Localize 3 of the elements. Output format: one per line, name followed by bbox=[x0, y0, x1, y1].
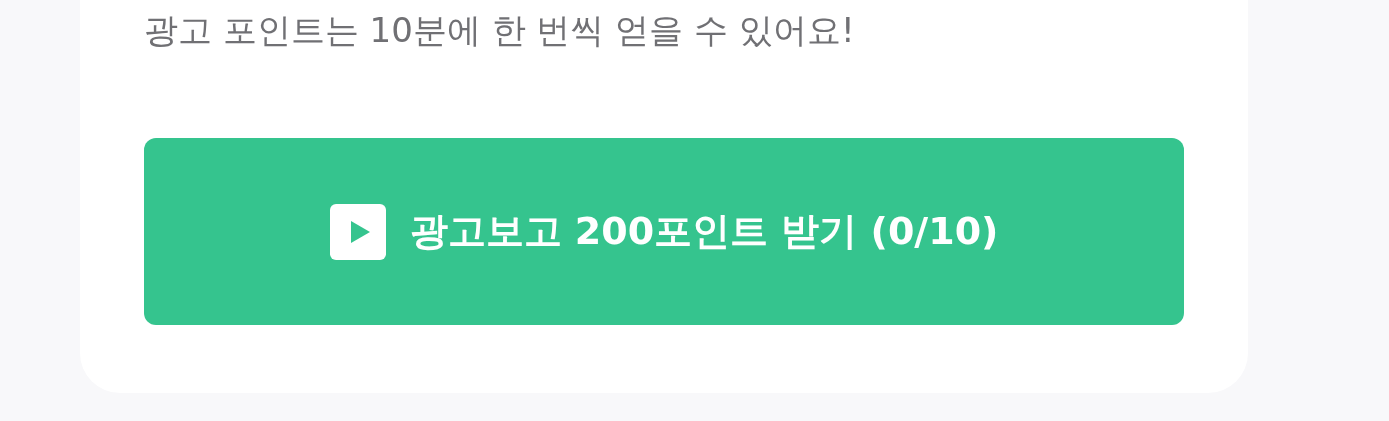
watch-ad-button[interactable]: 광고보고 200포인트 받기 (0/10) bbox=[144, 138, 1184, 325]
play-icon bbox=[329, 203, 386, 260]
notice-text: 광고 포인트는 10분에 한 번씩 얻을 수 있어요! bbox=[144, 9, 856, 52]
